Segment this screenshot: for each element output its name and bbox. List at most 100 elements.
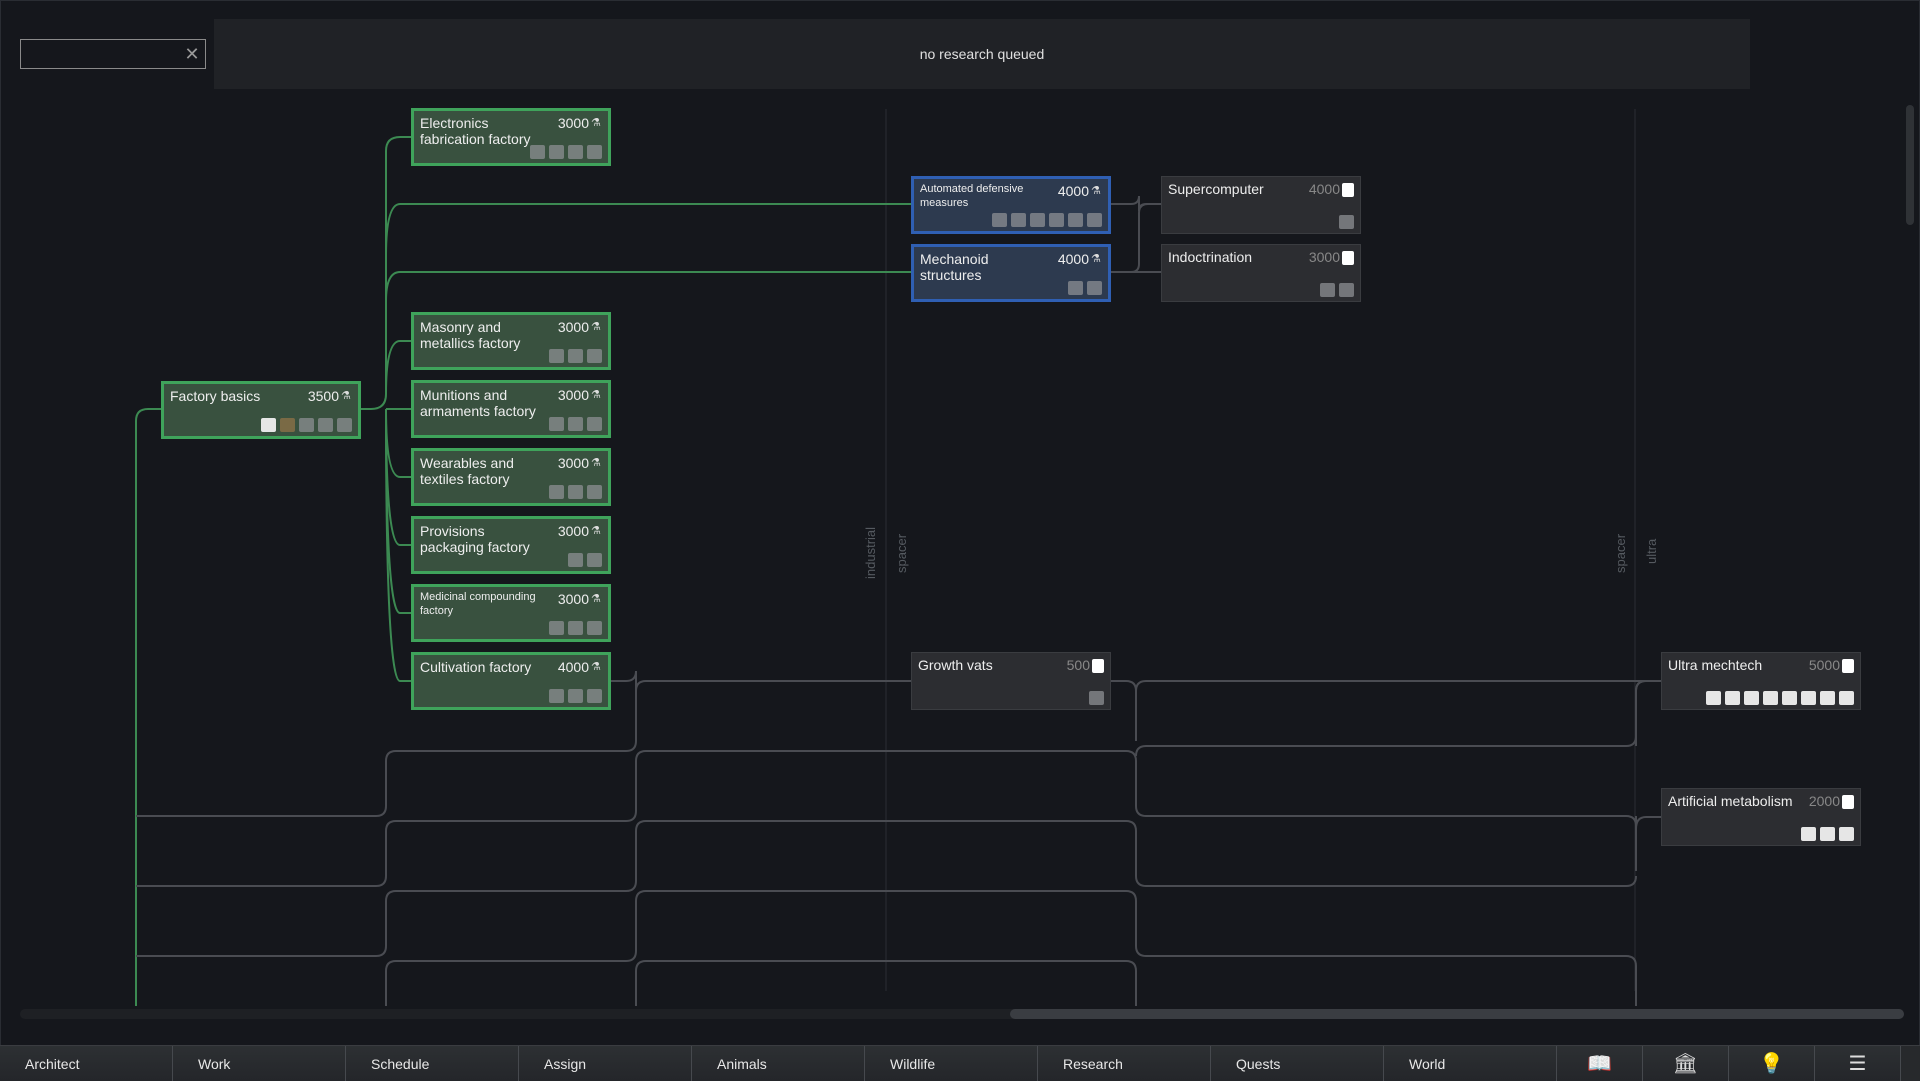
- node-cost: 3000: [557, 523, 589, 539]
- unlock-icon: [1030, 213, 1045, 227]
- research-tree[interactable]: industrial spacer spacer ultra Factory b…: [1, 1, 1920, 1006]
- research-window: ✕ no research queued industrial spacer s…: [0, 0, 1920, 1046]
- tab-research[interactable]: Research: [1038, 1046, 1211, 1081]
- node-title: Ultra mechtech: [1668, 657, 1763, 673]
- unlock-icon: [587, 553, 602, 567]
- unlock-icon: [568, 553, 583, 567]
- flask-icon: ⚗: [1091, 185, 1101, 197]
- research-node-indoctrination[interactable]: Indoctrination 3000: [1161, 244, 1361, 302]
- horizontal-scrollbar[interactable]: [20, 1009, 1904, 1019]
- unlock-icon: [1068, 213, 1083, 227]
- unlock-icon: [280, 418, 295, 432]
- tab-label: Research: [1063, 1056, 1123, 1072]
- research-node-wearables[interactable]: Wearables and textiles factory 3000 ⚗: [411, 448, 611, 506]
- horizontal-scroll-thumb[interactable]: [1010, 1009, 1904, 1019]
- node-title: Supercomputer: [1168, 181, 1264, 197]
- research-node-growth-vats[interactable]: Growth vats 500: [911, 652, 1111, 710]
- unlock-icon: [568, 485, 583, 499]
- flask-icon: ⚗: [591, 525, 601, 537]
- node-cost: 3500: [307, 388, 339, 404]
- flask-icon: ⚗: [591, 593, 601, 605]
- tab-world[interactable]: World: [1384, 1046, 1557, 1081]
- research-node-medicinal[interactable]: Medicinal compounding factory 3000 ⚗: [411, 584, 611, 642]
- unlock-icon: [568, 417, 583, 431]
- lock-icon: [1342, 251, 1354, 265]
- tab-label: Assign: [544, 1056, 587, 1072]
- node-title: Masonry and metallics factory: [420, 319, 521, 351]
- node-title: Factory basics: [170, 388, 261, 404]
- tab-wildlife[interactable]: Wildlife: [865, 1046, 1038, 1081]
- unlock-icon: [318, 418, 333, 432]
- tab-work[interactable]: Work: [173, 1046, 346, 1081]
- research-node-factory-basics[interactable]: Factory basics 3500 ⚗: [161, 381, 361, 439]
- research-node-ultra-mechtech[interactable]: Ultra mechtech 5000: [1661, 652, 1861, 710]
- unlock-icon: [1049, 213, 1064, 227]
- node-title: Indoctrination: [1168, 249, 1253, 265]
- unlock-icon: [549, 417, 564, 431]
- research-node-munitions[interactable]: Munitions and armaments factory 3000 ⚗: [411, 380, 611, 438]
- unlock-icon: [549, 689, 564, 703]
- museum-icon[interactable]: 🏛: [1643, 1046, 1729, 1081]
- unlock-icon: [1087, 213, 1102, 227]
- node-title: Provisions packaging factory: [420, 523, 530, 555]
- tab-label: Wildlife: [890, 1056, 936, 1072]
- unlock-icon: [299, 418, 314, 432]
- research-node-supercomputer[interactable]: Supercomputer 4000: [1161, 176, 1361, 234]
- flask-icon: ⚗: [591, 321, 601, 333]
- flask-icon: ⚗: [591, 389, 601, 401]
- lightbulb-icon[interactable]: 💡: [1729, 1046, 1815, 1081]
- tab-quests[interactable]: Quests: [1211, 1046, 1384, 1081]
- tab-label: Work: [198, 1056, 231, 1072]
- research-node-automated-defensive[interactable]: Automated defensive measures 4000 ⚗: [911, 176, 1111, 234]
- node-title: Munitions and armaments factory: [420, 387, 536, 419]
- research-node-masonry[interactable]: Masonry and metallics factory 3000 ⚗: [411, 312, 611, 370]
- unlock-icon: [587, 417, 602, 431]
- node-title: Automated defensive measures: [920, 183, 1024, 209]
- unlock-icon: [1339, 215, 1354, 229]
- research-node-cultivation[interactable]: Cultivation factory 4000 ⚗: [411, 652, 611, 710]
- unlock-icon: [587, 485, 602, 499]
- unlock-icon: [1089, 691, 1104, 705]
- research-node-provisions[interactable]: Provisions packaging factory 3000 ⚗: [411, 516, 611, 574]
- unlock-icon: [549, 621, 564, 635]
- unlock-icon: [1820, 691, 1835, 705]
- tech-level-spacer: spacer: [894, 533, 909, 573]
- node-title: Medicinal compounding factory: [420, 591, 536, 617]
- research-node-electronics[interactable]: Electronics fabrication factory 3000 ⚗: [411, 108, 611, 166]
- tab-label: Quests: [1236, 1056, 1281, 1072]
- unlock-icon: [1801, 691, 1816, 705]
- tab-assign[interactable]: Assign: [519, 1046, 692, 1081]
- node-title: Wearables and textiles factory: [420, 455, 514, 487]
- tab-schedule[interactable]: Schedule: [346, 1046, 519, 1081]
- node-cost: 500: [1066, 657, 1090, 673]
- vertical-scroll-thumb[interactable]: [1906, 105, 1914, 225]
- unlock-icon: [261, 418, 276, 432]
- connection-lines: [135, 109, 1661, 1006]
- tab-label: World: [1409, 1056, 1446, 1072]
- node-cost: 4000: [1057, 251, 1089, 267]
- flask-icon: ⚗: [591, 661, 601, 673]
- flask-icon: ⚗: [1091, 253, 1101, 265]
- research-node-artificial-metabolism[interactable]: Artificial metabolism 2000: [1661, 788, 1861, 846]
- main-tab-bar: Architect Work Schedule Assign Animals W…: [0, 1045, 1920, 1081]
- node-title: Mechanoid structures: [920, 251, 989, 283]
- unlock-icon: [1087, 281, 1102, 295]
- tab-label: Animals: [717, 1056, 767, 1072]
- flask-icon: ⚗: [341, 390, 351, 402]
- tab-label: Architect: [25, 1056, 80, 1072]
- menu-list-icon[interactable]: ☰: [1815, 1046, 1901, 1081]
- flask-icon: ⚗: [591, 117, 601, 129]
- node-cost: 2000: [1808, 793, 1840, 809]
- unlock-icon: [587, 349, 602, 363]
- node-cost: 3000: [557, 319, 589, 335]
- tech-level-industrial: industrial: [863, 526, 878, 579]
- node-cost: 4000: [1057, 183, 1089, 199]
- tab-animals[interactable]: Animals: [692, 1046, 865, 1081]
- node-cost: 5000: [1808, 657, 1840, 673]
- node-title: Growth vats: [918, 657, 993, 673]
- tab-architect[interactable]: Architect: [0, 1046, 173, 1081]
- research-node-mechanoid-structures[interactable]: Mechanoid structures 4000 ⚗: [911, 244, 1111, 302]
- node-cost: 3000: [557, 591, 589, 607]
- book-icon[interactable]: 📖: [1557, 1046, 1643, 1081]
- unlock-icon: [1706, 691, 1721, 705]
